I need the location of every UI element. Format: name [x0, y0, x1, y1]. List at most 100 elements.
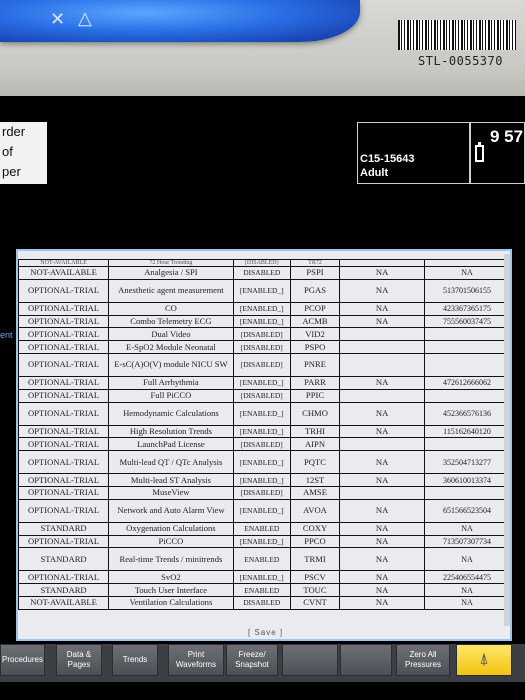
feature-cell: Analgesia / SPI: [108, 266, 234, 280]
data-pages-key[interactable]: Data & Pages: [56, 644, 102, 676]
table-row[interactable]: OPTIONAL-TRIAL Full Arrhythmia [ENABLED_] P…: [18, 375, 510, 390]
flag-cell: ENABLED: [232, 521, 291, 536]
feature-cell: LaunchPad License: [108, 437, 234, 452]
blank-key-1[interactable]: [282, 644, 338, 676]
na-cell: NA: [339, 583, 425, 597]
flag-cell: [DISABLED]: [232, 485, 291, 500]
table-row[interactable]: STANDARD Oxygenation Calculations ENABLED C…: [18, 521, 510, 536]
asset-tag-label: STL-0055370: [418, 54, 503, 68]
table-row[interactable]: NOT-AVAILABLE Ventilation Calculations DIS…: [18, 595, 510, 610]
software-options-table: NOT-AVAILABLE 72 Hour Trending [DISABLED] T…: [18, 259, 510, 610]
serial-cell: [423, 388, 510, 403]
table-row[interactable]: OPTIONAL-TRIAL Full PiCCO [DISABLED] PPIC: [18, 388, 510, 403]
code-cell: PQTC: [289, 450, 341, 475]
flag-cell: DISABLED: [232, 595, 291, 610]
table-row[interactable]: NOT-AVAILABLE Analgesia / SPI DISABLED PSPI…: [18, 266, 510, 280]
freeze-snapshot-key[interactable]: Freeze/ Snapshot: [226, 644, 278, 676]
flag-cell: [ENABLED_]: [232, 473, 291, 487]
feature-cell: E-SpO2 Module Neonatal: [108, 340, 234, 354]
table-row[interactable]: OPTIONAL-TRIAL Hemodynamic Calculations [E…: [18, 401, 510, 426]
flag-cell: ENABLED: [232, 547, 291, 572]
status-cell: OPTIONAL-TRIAL: [18, 301, 110, 316]
table-row[interactable]: OPTIONAL-TRIAL Network and Auto Alarm Vie…: [18, 498, 510, 523]
blank-key-2[interactable]: [340, 644, 392, 676]
table-row[interactable]: OPTIONAL-TRIAL Dual Video [DISABLED] VID2: [18, 327, 510, 342]
serial-cell: NA: [423, 266, 510, 280]
status-cell: OPTIONAL-TRIAL: [18, 352, 110, 377]
options-scrollbar[interactable]: [504, 254, 510, 626]
table-row[interactable]: OPTIONAL-TRIAL Multi-lead QT / QTc Analys…: [18, 450, 510, 475]
status-cell: OPTIONAL-TRIAL: [18, 473, 110, 487]
feature-cell: PiCCO: [108, 534, 234, 549]
table-row[interactable]: OPTIONAL-TRIAL Combo Telemetry ECG [ENABLE…: [18, 314, 510, 329]
flag-cell: [ENABLED_]: [232, 534, 291, 549]
table-row[interactable]: STANDARD Touch User Interface ENABLED TOUC N…: [18, 583, 510, 597]
table-row[interactable]: OPTIONAL-TRIAL E-sC(A)O(V) module NICU SW…: [18, 352, 510, 377]
serial-cell: 360610013374: [423, 473, 510, 487]
serial-cell: 423367365175: [423, 301, 510, 316]
table-row[interactable]: STANDARD Real-time Trends / minitrends ENA…: [18, 547, 510, 572]
table-row[interactable]: OPTIONAL-TRIAL LaunchPad License [DISABLED…: [18, 437, 510, 452]
code-cell: PNRE: [289, 352, 341, 377]
monitor-bezel: ✕ △ STL-0055370: [0, 0, 525, 96]
patient-info-box[interactable]: C15-15643 Adult: [357, 122, 470, 184]
status-cell: OPTIONAL-TRIAL: [18, 388, 110, 403]
table-cell: NOT-AVAILABLE: [18, 259, 110, 267]
serial-cell: [423, 327, 510, 342]
flag-cell: [ENABLED_]: [232, 401, 291, 426]
procedures-key[interactable]: Procedures: [0, 644, 45, 676]
code-cell: COXY: [289, 521, 341, 536]
table-cell: 72 Hour Trending: [108, 259, 234, 267]
table-row[interactable]: OPTIONAL-TRIAL High Resolution Trends [ENA…: [18, 424, 510, 439]
na-cell: [339, 388, 425, 403]
code-cell: 12ST: [289, 473, 341, 487]
table-row[interactable]: OPTIONAL-TRIAL CO [ENABLED_] PCOP NA 42336736…: [18, 301, 510, 316]
flag-cell: [ENABLED_]: [232, 570, 291, 585]
code-cell: AMSE: [289, 485, 341, 500]
code-cell: PSPO: [289, 340, 341, 354]
serial-cell: NA: [423, 595, 510, 610]
flag-cell: [DISABLED]: [232, 437, 291, 452]
status-cell: STANDARD: [18, 521, 110, 536]
table-row-clipped: NOT-AVAILABLE 72 Hour Trending [DISABLED] T…: [18, 259, 510, 267]
alarm-silence-key[interactable]: ⍋: [456, 644, 512, 676]
asset-barcode: [398, 20, 516, 50]
table-row[interactable]: OPTIONAL-TRIAL PiCCO [ENABLED_] PPCO NA 71350…: [18, 534, 510, 549]
zero-all-pressures-key[interactable]: Zero All Pressures: [396, 644, 450, 676]
status-cell: OPTIONAL-TRIAL: [18, 327, 110, 342]
status-cell: OPTIONAL-TRIAL: [18, 498, 110, 523]
feature-cell: SvO2: [108, 570, 234, 585]
flag-cell: [DISABLED]: [232, 327, 291, 342]
feature-cell: Combo Telemetry ECG: [108, 314, 234, 329]
serial-cell: 755560037475: [423, 314, 510, 329]
status-area: 9 57: [470, 122, 525, 184]
battery-icon: [475, 142, 484, 162]
code-cell: PARR: [289, 375, 341, 390]
clock: 9 57: [490, 127, 524, 146]
save-button[interactable]: [ Save ]: [248, 628, 283, 637]
na-cell: NA: [339, 266, 425, 280]
feature-cell: Dual Video: [108, 327, 234, 342]
table-cell: [339, 259, 425, 267]
table-row[interactable]: OPTIONAL-TRIAL E-SpO2 Module Neonatal [DIS…: [18, 340, 510, 354]
table-row[interactable]: OPTIONAL-TRIAL Anesthetic agent measureme…: [18, 278, 510, 303]
code-cell: PCOP: [289, 301, 341, 316]
status-cell: NOT-AVAILABLE: [18, 595, 110, 610]
software-options-window: NOT-AVAILABLE 72 Hour Trending [DISABLED] T…: [16, 249, 512, 641]
flag-cell: [ENABLED_]: [232, 498, 291, 523]
na-cell: [339, 340, 425, 354]
na-cell: NA: [339, 595, 425, 610]
table-cell: [DISABLED]: [232, 259, 291, 267]
patient-id: C15-15643: [360, 153, 415, 165]
na-cell: NA: [339, 450, 425, 475]
na-cell: NA: [339, 570, 425, 585]
print-waveforms-key[interactable]: Print Waveforms: [168, 644, 224, 676]
feature-cell: Anesthetic agent measurement: [108, 278, 234, 303]
table-row[interactable]: OPTIONAL-TRIAL SvO2 [ENABLED_] PSCV NA 225406…: [18, 570, 510, 585]
na-cell: NA: [339, 424, 425, 439]
table-row[interactable]: OPTIONAL-TRIAL Multi-lead ST Analysis [ENA…: [18, 473, 510, 487]
table-row[interactable]: OPTIONAL-TRIAL MuseView [DISABLED] AMSE: [18, 485, 510, 500]
alarm-warning-icon: △: [78, 8, 92, 28]
side-tab-label[interactable]: ent: [0, 330, 13, 340]
trends-key[interactable]: Trends: [112, 644, 158, 676]
